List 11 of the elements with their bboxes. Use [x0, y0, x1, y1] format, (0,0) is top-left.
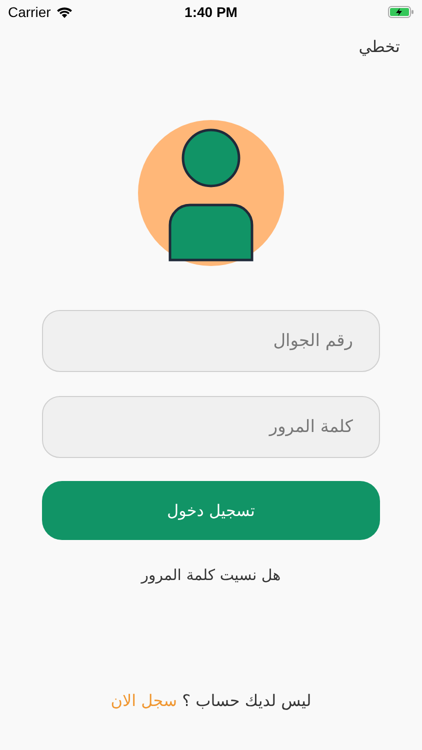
- battery-icon: [388, 6, 414, 18]
- skip-link[interactable]: تخطي: [358, 37, 400, 56]
- carrier-label: Carrier: [8, 4, 51, 20]
- forgot-password-link[interactable]: هل نسيت كلمة المرور: [141, 566, 281, 584]
- wifi-icon: [56, 6, 73, 18]
- signup-prompt: ليس لديك حساب ؟ سجل الان: [110, 691, 312, 710]
- status-time: 1:40 PM: [184, 4, 238, 20]
- user-avatar-icon: [138, 120, 284, 266]
- phone-field[interactable]: رقم الجوال: [42, 310, 380, 372]
- login-button[interactable]: تسجيل دخول: [42, 481, 380, 540]
- password-field[interactable]: كلمة المرور: [42, 396, 380, 458]
